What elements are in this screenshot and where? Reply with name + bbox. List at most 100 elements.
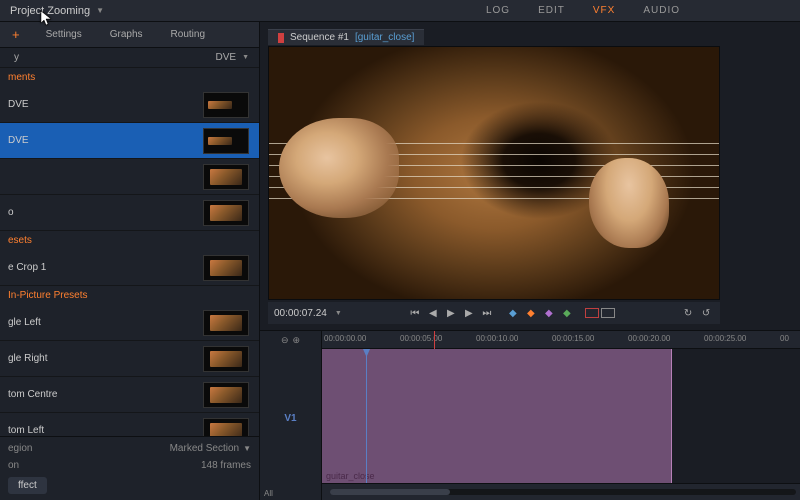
on-label: on [8, 460, 19, 471]
ruler-tick: 00:00:20.00 [628, 334, 670, 343]
track-label[interactable]: V1 [260, 349, 321, 487]
timeline-footer [322, 484, 800, 500]
effect-name: DVE [0, 135, 203, 146]
effect-name: o [0, 207, 203, 218]
clip-ref: [guitar_close] [355, 32, 414, 43]
ruler-tick: 00:00:05.00 [400, 334, 442, 343]
category-selector[interactable]: y DVE ▼ [0, 48, 259, 68]
zoom-in-icon[interactable]: ⊕ [293, 335, 301, 346]
timeline-clip[interactable]: guitar_close [322, 349, 672, 483]
marked-section[interactable]: Marked Section [170, 443, 239, 454]
effect-thumb [203, 382, 249, 408]
tab-audio[interactable]: AUDIO [643, 5, 680, 16]
chevron-down-icon: ▼ [96, 6, 104, 15]
effect-row[interactable]: gle Right [0, 341, 259, 377]
zoom-out-icon[interactable]: ⊖ [281, 335, 289, 346]
mark-out-button[interactable]: ◆ [523, 305, 539, 321]
effect-name: e Crop 1 [0, 262, 203, 273]
out-marker[interactable] [434, 331, 435, 349]
playhead[interactable] [366, 349, 367, 483]
effect-row[interactable]: o [0, 195, 259, 231]
safe-area-toggle[interactable] [601, 308, 615, 318]
effect-thumb [203, 92, 249, 118]
marker-button[interactable]: ◆ [541, 305, 557, 321]
region-label: egion [8, 443, 32, 454]
sequence-name: Sequence #1 [290, 32, 349, 43]
effect-thumb [203, 310, 249, 336]
goto-start-button[interactable]: ⏮ [407, 305, 423, 321]
video-viewer[interactable] [268, 46, 720, 300]
add-tab[interactable]: + [0, 22, 32, 48]
video-track[interactable]: guitar_close [322, 349, 800, 484]
mark-in-button[interactable]: ◆ [505, 305, 521, 321]
time-ruler[interactable]: 00:00:00.00 00:00:05.00 00:00:10.00 00:0… [322, 331, 800, 349]
tab-edit[interactable]: EDIT [538, 5, 565, 16]
section-pip: In-Picture Presets [0, 286, 259, 305]
effect-name: tom Centre [0, 389, 203, 400]
tab-graphs[interactable]: Graphs [96, 22, 157, 48]
sequence-tabs: Sequence #1 [guitar_close] [268, 28, 792, 46]
right-area: Sequence #1 [guitar_close] 00:00:07.24 ▼… [260, 22, 800, 500]
top-bar: Project Zooming ▼ LOG EDIT VFX AUDIO [0, 0, 800, 22]
apply-effect-button[interactable]: ffect [8, 477, 47, 494]
step-fwd-button[interactable]: ▶ [461, 305, 477, 321]
panel-footer: egion Marked Section ▼ on 148 frames ffe… [0, 436, 259, 500]
tab-vfx[interactable]: VFX [593, 5, 615, 16]
ruler-tick: 00 [780, 334, 789, 343]
overlay-toggle[interactable] [585, 308, 599, 318]
play-button[interactable]: ▶ [443, 305, 459, 321]
section-elements: ments [0, 68, 259, 87]
clip-label: guitar_close [326, 471, 375, 481]
timeline-left: ⊖ ⊕ V1 All [260, 331, 322, 500]
zoom-tools[interactable]: ⊖ ⊕ [260, 331, 321, 349]
video-frame [269, 47, 719, 299]
fullscreen-button[interactable]: ↺ [698, 305, 714, 321]
cue-button[interactable]: ◆ [559, 305, 575, 321]
main-tabs: LOG EDIT VFX AUDIO [486, 5, 680, 16]
effect-thumb [203, 200, 249, 226]
effects-panel: + Settings Graphs Routing y DVE ▼ ments … [0, 22, 260, 500]
loop-button[interactable]: ↻ [680, 305, 696, 321]
viewer-area: Sequence #1 [guitar_close] 00:00:07.24 ▼… [260, 22, 800, 324]
effect-thumb [203, 346, 249, 372]
tab-settings[interactable]: Settings [32, 22, 96, 48]
y-label: y [14, 52, 19, 63]
record-marker-icon [278, 33, 284, 43]
effect-name: DVE [0, 99, 203, 110]
timecode: 00:00:07.24 [274, 308, 327, 319]
effects-list: ments DVE DVE o esets e C [0, 68, 259, 436]
effect-row[interactable]: tom Left [0, 413, 259, 436]
effect-thumb [203, 128, 249, 154]
effect-name: gle Right [0, 353, 203, 364]
step-back-button[interactable]: ◀ [425, 305, 441, 321]
effect-row[interactable]: DVE [0, 123, 259, 159]
all-tracks[interactable]: All [264, 489, 317, 498]
ruler-tick: 00:00:15.00 [552, 334, 594, 343]
frame-count: 148 frames [201, 460, 251, 471]
ruler-tick: 00:00:00.00 [324, 334, 366, 343]
goto-end-button[interactable]: ⏭ [479, 305, 495, 321]
panel-tabs: + Settings Graphs Routing [0, 22, 259, 48]
transport-bar: 00:00:07.24 ▼ ⏮ ◀ ▶ ▶ ⏭ ◆ ◆ ◆ ◆ ↻ ↺ [268, 302, 720, 324]
effect-thumb [203, 255, 249, 281]
tab-routing[interactable]: Routing [157, 22, 219, 48]
tab-log[interactable]: LOG [486, 5, 510, 16]
timeline-tracks: 00:00:00.00 00:00:05.00 00:00:10.00 00:0… [322, 331, 800, 500]
effect-thumb [203, 418, 249, 437]
chevron-down-icon[interactable]: ▼ [335, 310, 342, 317]
sequence-tab[interactable]: Sequence #1 [guitar_close] [268, 29, 424, 45]
effect-row[interactable]: gle Left [0, 305, 259, 341]
effect-row[interactable]: DVE [0, 87, 259, 123]
effect-row[interactable] [0, 159, 259, 195]
project-title: Project Zooming [10, 5, 90, 17]
effect-row[interactable]: tom Centre [0, 377, 259, 413]
chevron-down-icon: ▼ [243, 444, 251, 453]
timeline: ⊖ ⊕ V1 All 00:00:00.00 00:00:05.00 00:00… [260, 330, 800, 500]
effect-name: gle Left [0, 317, 203, 328]
effect-row[interactable]: e Crop 1 [0, 250, 259, 286]
timeline-scrollbar[interactable] [330, 489, 796, 495]
ruler-tick: 00:00:25.00 [704, 334, 746, 343]
chevron-down-icon: ▼ [242, 54, 249, 61]
ruler-tick: 00:00:10.00 [476, 334, 518, 343]
project-menu[interactable]: Project Zooming ▼ [0, 5, 114, 17]
